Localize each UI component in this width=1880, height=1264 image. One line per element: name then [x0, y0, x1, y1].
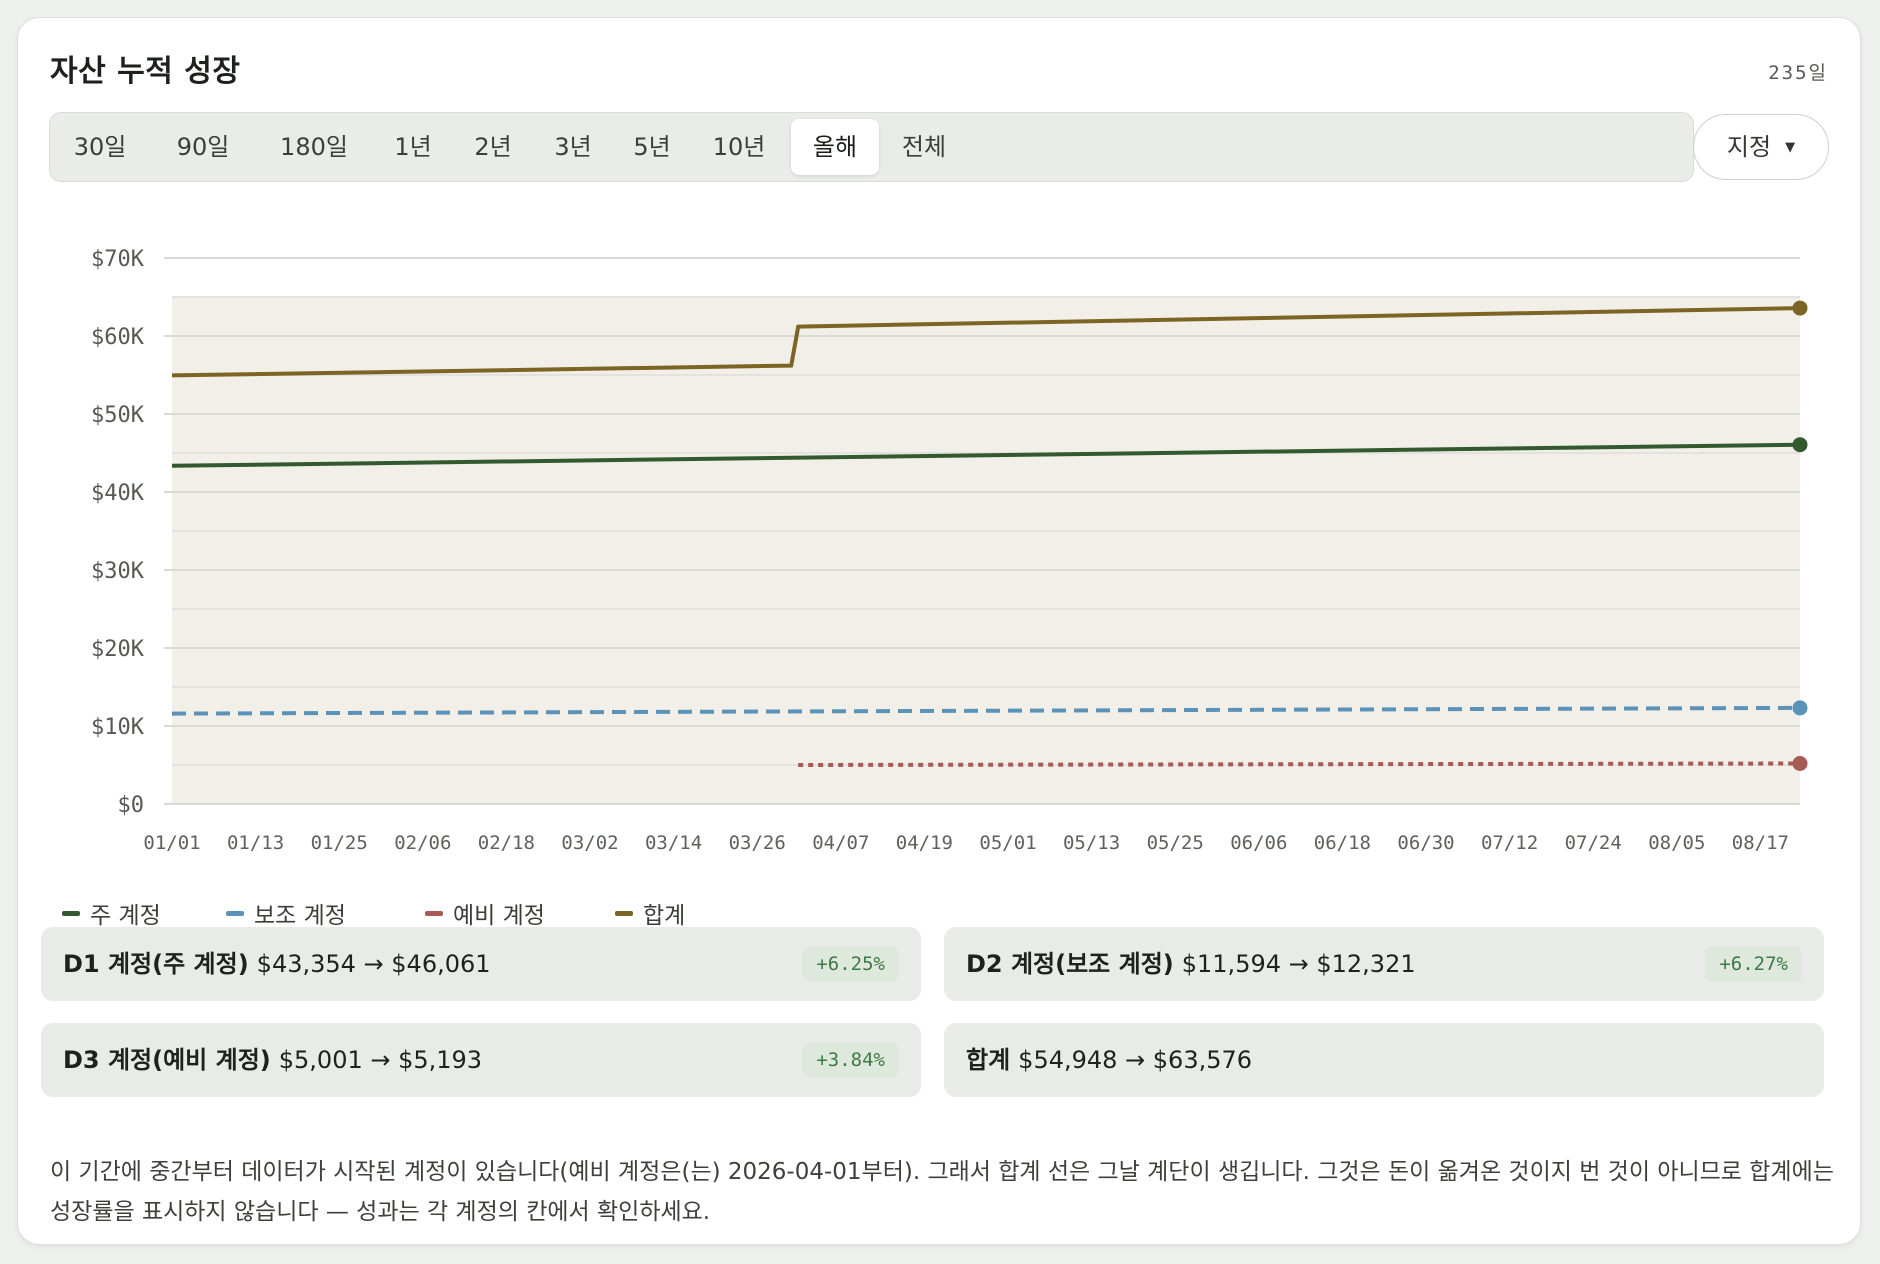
footnote: 이 기간에 중간부터 데이터가 시작된 계정이 있습니다(예비 계정은(는) 2…: [50, 1159, 1834, 1225]
x-tick-label: 02/06: [394, 832, 451, 854]
y-tick-label: $0: [118, 793, 145, 818]
legend-swatch: [226, 911, 244, 916]
legend-label: 예비 계정: [453, 903, 545, 929]
x-tick-label: 01/13: [227, 832, 284, 854]
legend-swatch: [62, 911, 80, 916]
legend-label: 합계: [643, 903, 686, 929]
stat-box: 합계 $54,948 → $63,576: [944, 1023, 1824, 1097]
stat-box: D1 계정(주 계정) $43,354 → $46,061 +6.25%: [41, 927, 921, 1001]
card-title: 자산 누적 성장: [50, 54, 241, 89]
x-tick-label: 01/25: [311, 832, 368, 854]
stat-box: D3 계정(예비 계정) $5,001 → $5,193 +3.84%: [41, 1023, 921, 1097]
legend-swatch: [615, 911, 633, 916]
range-button[interactable]: 올해: [791, 119, 879, 175]
legend-item: 합계: [615, 896, 685, 930]
x-tick-label: 06/06: [1230, 832, 1287, 854]
range-button[interactable]: 5년: [609, 119, 695, 175]
range-button[interactable]: 전체: [879, 119, 969, 175]
range-selector: 30일 90일 180일 1년 2년 3년 5년 10년 올해 전체: [49, 112, 1694, 182]
x-tick-label: 03/14: [645, 832, 702, 854]
legend-swatch: [425, 911, 443, 916]
range-button[interactable]: 2년: [450, 119, 536, 175]
growth-badge: +3.84%: [802, 1042, 899, 1078]
series-end-point: [1792, 437, 1808, 453]
x-tick-label: 06/18: [1314, 832, 1371, 854]
stat-name: D2 계정(보조 계정): [966, 950, 1174, 978]
stat-name: 합계: [966, 1046, 1011, 1074]
growth-badge: +6.27%: [1705, 946, 1802, 982]
x-tick-label: 01/01: [143, 832, 200, 854]
stat-box: D2 계정(보조 계정) $11,594 → $12,321 +6.27%: [944, 927, 1824, 1001]
range-button[interactable]: 10년: [688, 119, 790, 175]
x-tick-label: 03/26: [729, 832, 786, 854]
stat-value: $11,594 → $12,321: [1181, 950, 1416, 978]
legend-item: 주 계정: [62, 896, 161, 930]
custom-range-label: 지정: [1726, 133, 1772, 161]
stat-name: D1 계정(주 계정): [63, 950, 249, 978]
y-tick-label: $30K: [91, 559, 145, 584]
x-tick-label: 02/18: [478, 832, 535, 854]
legend-label: 보조 계정: [254, 903, 346, 929]
x-tick-label: 06/30: [1397, 832, 1454, 854]
x-tick-label: 07/24: [1565, 832, 1622, 854]
y-tick-label: $20K: [91, 637, 145, 662]
y-tick-label: $70K: [91, 247, 145, 272]
x-tick-label: 08/05: [1648, 832, 1705, 854]
series-end-point: [1792, 755, 1808, 771]
x-tick-label: 04/19: [896, 832, 953, 854]
legend-item: 보조 계정: [226, 896, 346, 930]
y-tick-label: $40K: [91, 481, 145, 506]
stat-value: $43,354 → $46,061: [256, 950, 491, 978]
growth-chart: $0 $10K $20K $30K $40K $50K $60K $70K 01/01 01/13…: [91, 247, 1808, 854]
range-button[interactable]: 90일: [155, 119, 251, 175]
stat-name: D3 계정(예비 계정): [63, 1046, 271, 1074]
x-tick-label: 04/07: [812, 832, 869, 854]
legend-item: 예비 계정: [425, 896, 545, 930]
caret-down-icon: ▼: [1785, 140, 1796, 155]
x-tick-label: 07/12: [1481, 832, 1538, 854]
x-tick-label: 05/25: [1147, 832, 1204, 854]
y-tick-label: $60K: [91, 325, 145, 350]
y-tick-label: $10K: [91, 715, 145, 740]
stat-value: $5,001 → $5,193: [278, 1046, 483, 1074]
stat-value: $54,948 → $63,576: [1018, 1046, 1253, 1074]
range-button[interactable]: 180일: [258, 119, 370, 175]
series-end-point: [1792, 700, 1808, 716]
x-tick-label: 03/02: [561, 832, 618, 854]
asset-growth-card: 자산 누적 성장 235일 30일 90일 180일 1년 2년 3년 5년 10년 올해 전체 …: [17, 17, 1861, 1245]
growth-badge: +6.25%: [802, 946, 899, 982]
custom-range-button[interactable]: 지정 ▼: [1693, 114, 1829, 180]
x-tick-label: 08/17: [1732, 832, 1789, 854]
legend-label: 주 계정: [90, 903, 161, 929]
x-tick-label: 05/01: [979, 832, 1036, 854]
x-tick-label: 05/13: [1063, 832, 1120, 854]
series-end-point: [1792, 300, 1808, 316]
series-line: [798, 761, 1801, 767]
range-button[interactable]: 1년: [370, 119, 456, 175]
day-count: 235일: [1768, 62, 1828, 84]
range-button[interactable]: 3년: [530, 119, 616, 175]
range-button[interactable]: 30일: [58, 119, 142, 175]
y-tick-label: $50K: [91, 403, 145, 428]
